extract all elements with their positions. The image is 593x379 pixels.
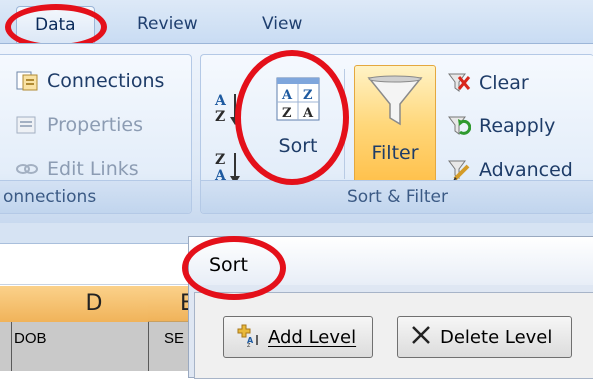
tab-review[interactable]: Review: [137, 14, 198, 34]
svg-text:Z: Z: [215, 109, 225, 125]
edit-links-button[interactable]: Edit Links: [15, 157, 139, 181]
clear-label: Clear: [479, 72, 529, 94]
reapply-button[interactable]: Reapply: [447, 114, 555, 138]
tab-view[interactable]: View: [262, 14, 302, 34]
column-header-d[interactable]: D: [40, 286, 149, 323]
edit-links-label: Edit Links: [47, 158, 139, 180]
reapply-icon: [447, 114, 472, 138]
selected-cells[interactable]: DOB SE: [0, 322, 200, 371]
tab-view-label: View: [262, 14, 303, 34]
connections-icon: [15, 69, 39, 93]
connections-group: Connections Properties Edit Links onnect…: [0, 54, 192, 214]
advanced-filter-icon: [447, 158, 471, 182]
add-level-label: Add Level: [268, 326, 357, 348]
properties-label: Properties: [47, 114, 144, 136]
tab-review-label: Review: [137, 14, 198, 34]
filter-button-label: Filter: [371, 142, 419, 164]
cell-d1[interactable]: DOB: [14, 330, 47, 347]
add-level-button[interactable]: AZ Add Level: [223, 316, 373, 358]
clear-filter-button[interactable]: Clear: [447, 71, 529, 95]
cell-divider-left: [11, 322, 12, 371]
sort-button-highlight: [235, 50, 349, 185]
svg-text:Z: Z: [215, 152, 225, 168]
properties-icon: [15, 113, 39, 137]
svg-text:Z: Z: [247, 343, 251, 347]
advanced-filter-button[interactable]: Advanced: [447, 158, 573, 182]
delete-level-button[interactable]: Delete Level: [397, 316, 572, 358]
cell-e1[interactable]: SE: [164, 330, 184, 347]
column-header-d-label: D: [85, 291, 103, 316]
delete-level-label: Delete Level: [440, 326, 553, 348]
column-header-c[interactable]: [0, 286, 41, 323]
connections-label: Connections: [47, 70, 165, 92]
advanced-label: Advanced: [479, 159, 573, 181]
delete-x-icon: [410, 324, 432, 351]
funnel-icon: [367, 74, 423, 134]
reapply-label: Reapply: [479, 115, 556, 137]
properties-button[interactable]: Properties: [15, 113, 143, 137]
sort-dialog-title-highlight: [182, 236, 286, 300]
svg-text:A: A: [214, 93, 227, 109]
connections-button[interactable]: Connections: [15, 69, 164, 93]
cell-divider: [148, 322, 149, 371]
sort-filter-group-label: Sort & Filter: [201, 180, 593, 213]
edit-links-icon: [15, 157, 39, 181]
filter-button[interactable]: Filter: [354, 65, 436, 185]
connections-group-label: onnections: [0, 180, 191, 213]
clear-filter-icon: [447, 71, 471, 95]
sort-dialog-body: AZ Add Level Delete Level: [194, 292, 593, 379]
add-level-icon: AZ: [236, 323, 260, 352]
